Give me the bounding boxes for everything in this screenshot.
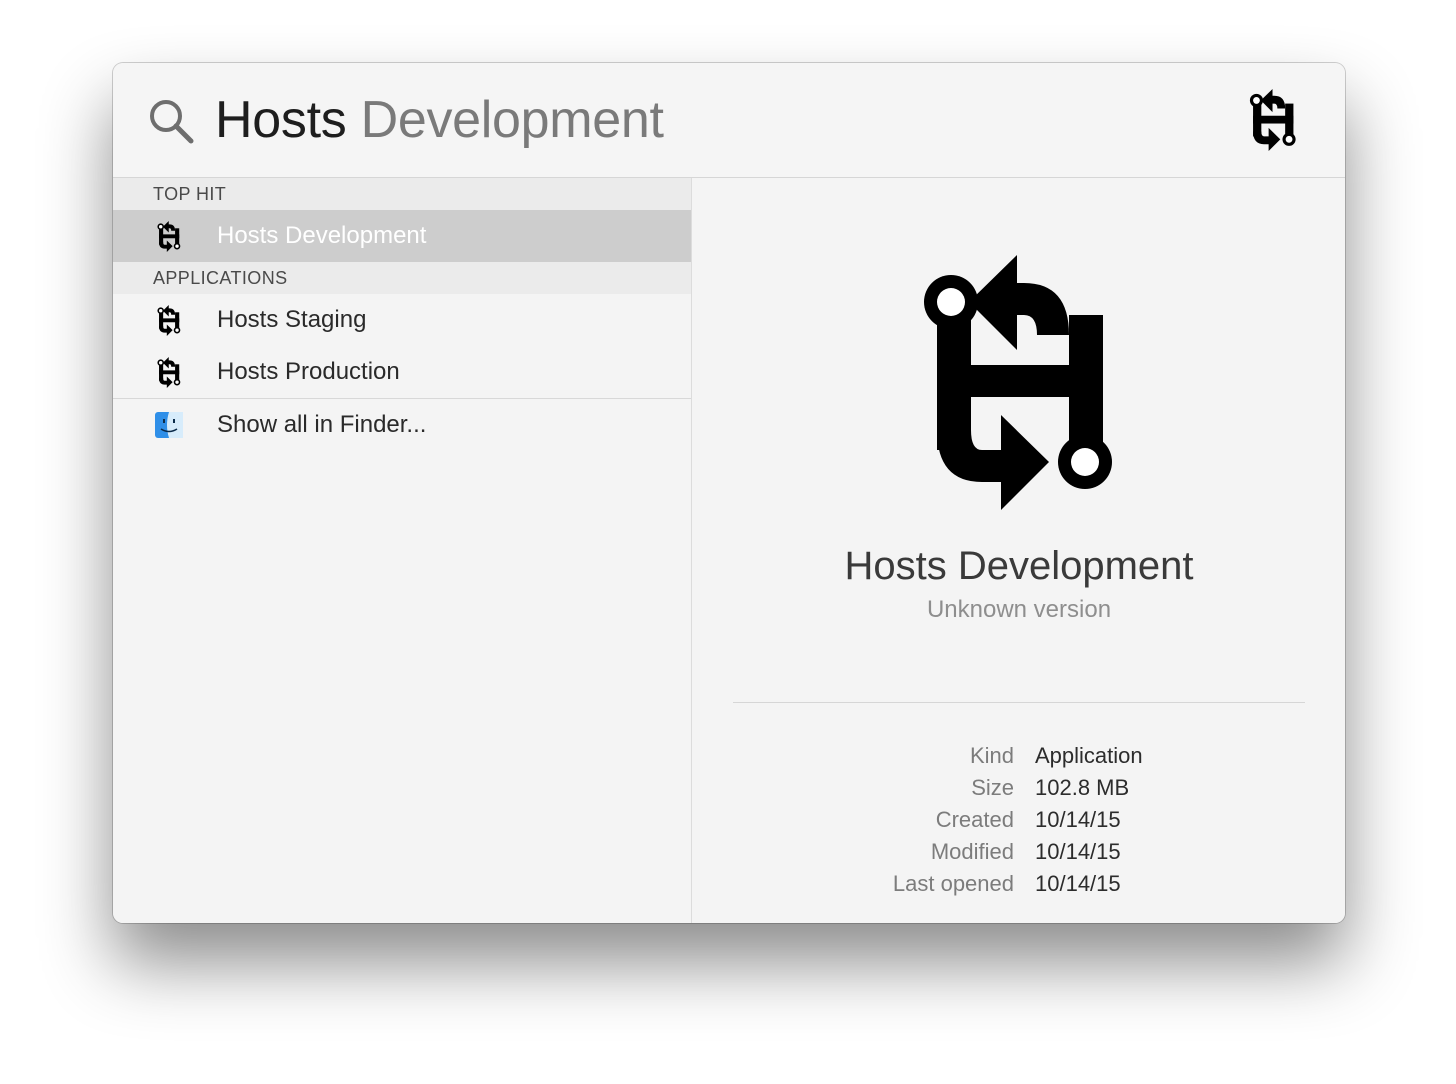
preview-title: Hosts Development [844,544,1194,588]
result-item-hosts-development[interactable]: Hosts Development [113,210,691,262]
preview-divider [733,702,1305,703]
metadata-key: Size [971,775,1014,800]
search-query-completion: Development [346,91,664,149]
result-item-hosts-staging[interactable]: Hosts Staging [113,294,691,346]
metadata-row-last-opened: Last opened 10/14/15 [693,868,1345,900]
metadata-key: Modified [930,839,1014,864]
metadata-key: Kind [969,743,1014,768]
metadata-value: 10/14/15 [1035,839,1121,864]
metadata-table: Kind Application Size 102.8 MB Created 1… [693,740,1345,900]
result-item-label: Hosts Staging [217,306,367,333]
show-all-label: Show all in Finder... [217,411,427,438]
hosts-app-icon [919,255,1119,510]
search-icon [150,100,194,144]
metadata-key: Last opened [892,871,1014,896]
search-query-typed: Hosts [215,91,347,149]
hosts-app-icon [1245,89,1301,151]
spotlight-window: Hosts Development TOP HIT Hosts Developm… [113,63,1345,923]
section-header-top-hit: TOP HIT [113,178,691,210]
result-item-hosts-production[interactable]: Hosts Production [113,346,691,398]
hosts-app-icon [155,221,183,252]
metadata-row-size: Size 102.8 MB [693,772,1345,804]
metadata-value: 10/14/15 [1035,807,1121,832]
search-bar[interactable]: Hosts Development [113,63,1345,178]
section-header-applications: APPLICATIONS [113,262,691,294]
preview-version: Unknown version [926,596,1112,623]
metadata-row-created: Created 10/14/15 [693,804,1345,836]
metadata-row-kind: Kind Application [693,740,1345,772]
search-input[interactable]: Hosts Development [215,87,664,153]
metadata-value: 102.8 MB [1035,775,1130,800]
hosts-app-icon [155,357,183,388]
finder-icon [155,412,183,438]
metadata-row-modified: Modified 10/14/15 [693,836,1345,868]
preview-pane: Hosts Development Unknown version Kind A… [693,178,1345,923]
hosts-app-icon [155,305,183,336]
metadata-value: Application [1035,743,1143,768]
results-list: TOP HIT Hosts Development APPLICATIONS H… [113,178,692,923]
metadata-value: 10/14/15 [1035,871,1121,896]
metadata-key: Created [935,807,1014,832]
show-all-in-finder[interactable]: Show all in Finder... [113,399,691,451]
result-item-label: Hosts Production [217,358,400,385]
result-item-label: Hosts Development [217,222,427,249]
